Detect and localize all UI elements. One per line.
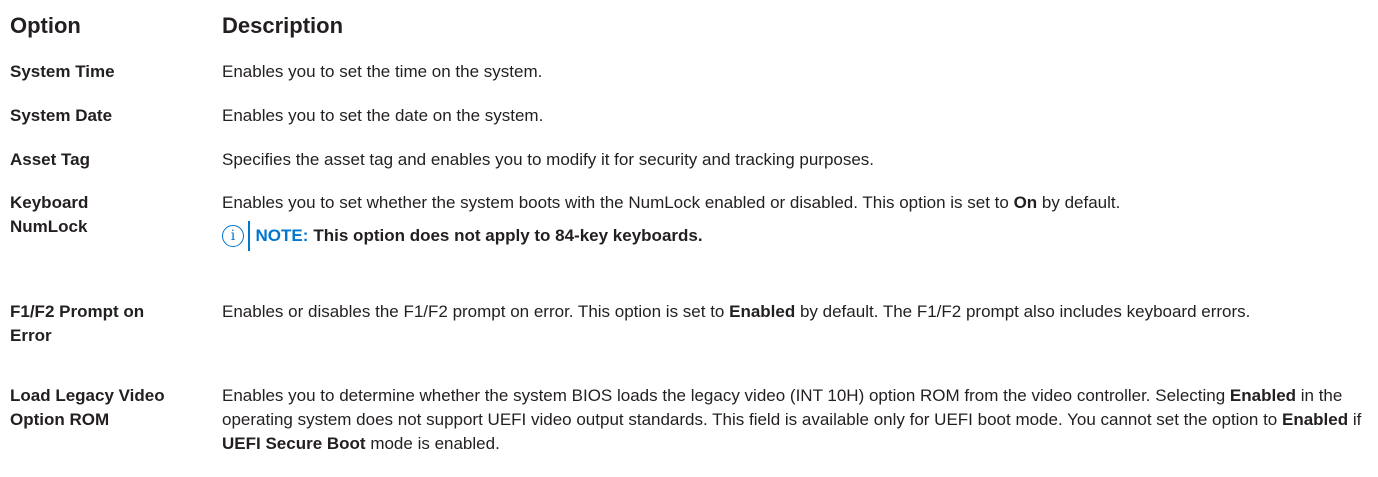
option-name: System Time xyxy=(10,62,115,81)
option-description: Specifies the asset tag and enables you … xyxy=(222,150,875,169)
option-name: F1/F2 Prompt on Error xyxy=(0,300,222,348)
description-segment: Enables you to determine whether the sys… xyxy=(222,386,1230,405)
table-row: Keyboard NumLock Enables you to set whet… xyxy=(0,184,1378,292)
table-row: System Time Enables you to set the time … xyxy=(0,52,1378,96)
description-emphasis: Enabled xyxy=(1229,386,1297,405)
note-label: NOTE: xyxy=(255,226,309,245)
table-header: Option Description xyxy=(0,0,1378,52)
option-description: Enables you to set whether the system bo… xyxy=(222,191,1368,251)
bios-options-table: Option Description System Time Enables y… xyxy=(0,0,1378,477)
option-name: Asset Tag xyxy=(10,150,90,169)
description-segment: mode is enabled. xyxy=(365,434,500,453)
option-description: Enables you to set the date on the syste… xyxy=(222,106,544,125)
description-emphasis: Enabled xyxy=(729,302,796,321)
option-name-line: NumLock xyxy=(10,217,88,236)
note-callout: i NOTE: This option does not apply to 84… xyxy=(222,221,1368,251)
table-row: Asset Tag Specifies the asset tag and en… xyxy=(0,140,1378,184)
description-emphasis: On xyxy=(1013,193,1038,212)
option-description: Enables you to determine whether the sys… xyxy=(222,384,1368,456)
option-name: System Date xyxy=(10,106,113,125)
option-name-line: Option ROM xyxy=(10,410,110,429)
option-description: Enables you to set the time on the syste… xyxy=(222,62,543,81)
description-segment: Enables or disables the F1/F2 prompt on … xyxy=(222,302,730,321)
note-text: This option does not apply to 84-key key… xyxy=(313,226,703,245)
note-divider xyxy=(248,221,250,251)
header-option: Option xyxy=(10,13,81,38)
option-name-line: F1/F2 Prompt on xyxy=(10,302,145,321)
option-name: Load Legacy Video Option ROM xyxy=(0,384,222,432)
description-segment: by default. The F1/F2 prompt also includ… xyxy=(795,302,1251,321)
table-row: System Date Enables you to set the date … xyxy=(0,96,1378,140)
option-name: Keyboard NumLock xyxy=(0,191,222,239)
description-segment: by default. xyxy=(1037,193,1121,212)
option-name-line: Keyboard xyxy=(10,193,89,212)
option-name-line: Error xyxy=(10,326,52,345)
description-emphasis: UEFI Secure Boot xyxy=(222,434,366,453)
description-segment: if xyxy=(1348,410,1362,429)
option-name-line: Load Legacy Video xyxy=(10,386,165,405)
description-segment: Enables you to set whether the system bo… xyxy=(222,193,1014,212)
description-emphasis: Enabled xyxy=(1281,410,1349,429)
table-row: Load Legacy Video Option ROM Enables you… xyxy=(0,376,1378,477)
table-row: F1/F2 Prompt on Error Enables or disable… xyxy=(0,292,1378,376)
header-description: Description xyxy=(222,13,344,38)
info-icon: i xyxy=(222,225,244,247)
option-description: Enables or disables the F1/F2 prompt on … xyxy=(222,300,1368,324)
description-text: Enables you to set whether the system bo… xyxy=(222,191,1368,215)
